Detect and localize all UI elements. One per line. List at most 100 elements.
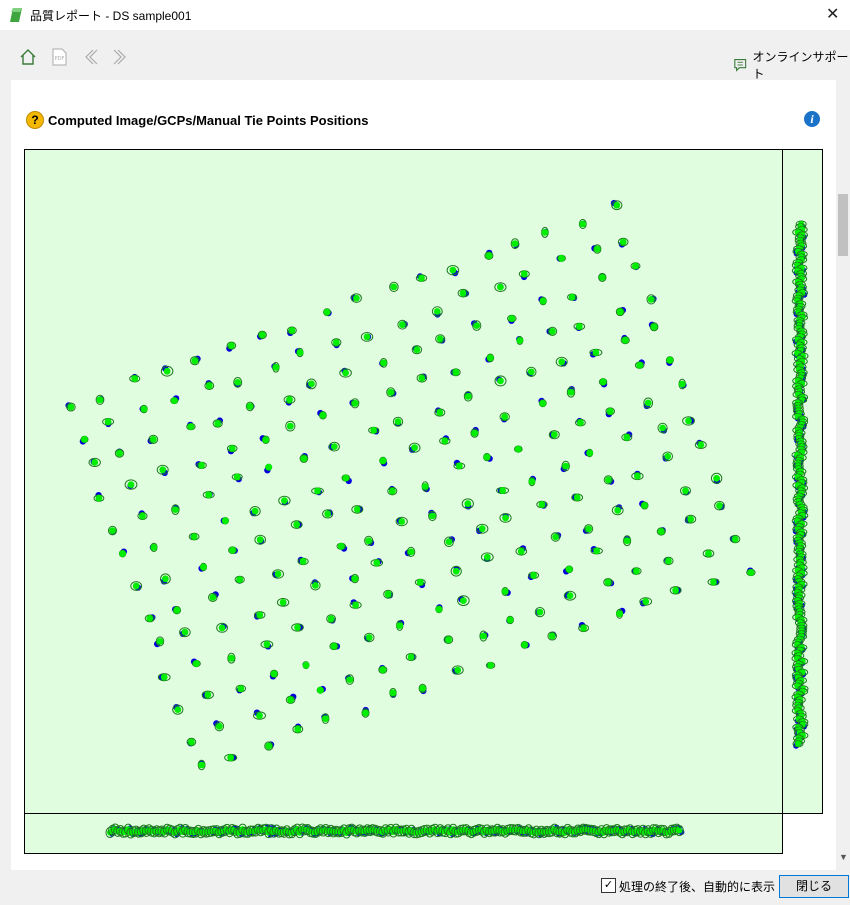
computed-position-point	[586, 449, 594, 457]
computed-position-point	[293, 521, 301, 528]
computed-position-point	[592, 349, 600, 356]
computed-position-point	[435, 605, 443, 613]
computed-position-point	[445, 538, 453, 546]
computed-position-point	[685, 417, 692, 425]
computed-position-point	[593, 547, 601, 555]
scrollbar-thumb[interactable]	[838, 194, 848, 256]
computed-position-point	[433, 308, 441, 315]
computed-position-point	[317, 686, 324, 694]
computed-position-point	[205, 491, 213, 499]
computed-position-point	[634, 472, 641, 480]
computed-position-point	[279, 599, 287, 606]
computed-position-point	[716, 502, 723, 510]
computed-position-point	[449, 266, 457, 274]
computed-position-point	[520, 270, 528, 278]
computed-position-point	[452, 567, 460, 575]
computed-position-point	[407, 548, 415, 556]
computed-position-point	[471, 429, 478, 437]
computed-position-point	[672, 586, 679, 594]
computed-position-point	[104, 418, 112, 426]
computed-position-point	[549, 328, 556, 335]
close-window-icon[interactable]: ✕	[826, 4, 839, 24]
computed-position-point	[636, 361, 644, 369]
computed-position-point	[394, 418, 402, 426]
computed-position-point	[322, 715, 329, 722]
main-plot-frame	[24, 149, 783, 814]
chevron-left-icon[interactable]	[81, 47, 101, 67]
computed-position-point	[286, 396, 293, 404]
computed-position-point	[308, 380, 315, 388]
computed-position-point	[363, 333, 371, 341]
computed-position-point	[473, 322, 481, 329]
report-content: ? Computed Image/GCPs/Manual Tie Points …	[11, 80, 836, 870]
info-icon[interactable]: i	[804, 111, 820, 127]
positions-plot	[24, 149, 823, 854]
computed-position-point	[552, 533, 559, 541]
computed-position-point	[657, 528, 665, 535]
computed-position-point	[150, 544, 158, 551]
computed-position-point	[281, 497, 288, 504]
computed-position-point	[713, 474, 720, 482]
computed-position-point	[256, 712, 263, 719]
computed-position-point	[399, 321, 406, 329]
help-icon[interactable]: ?	[26, 111, 44, 129]
computed-position-point	[256, 611, 264, 619]
computed-position-point	[580, 624, 587, 632]
pdf-icon[interactable]: PDF	[49, 47, 69, 67]
computed-position-point	[480, 632, 487, 640]
chat-icon	[734, 59, 747, 72]
computed-position-point	[389, 689, 397, 697]
computed-position-point	[566, 592, 574, 600]
toolbar: PDF オンラインサポート	[0, 30, 850, 82]
computed-position-point	[567, 388, 575, 396]
computed-position-point	[642, 598, 650, 605]
computed-position-point	[204, 691, 212, 699]
computed-position-point	[705, 550, 712, 557]
computed-position-point	[565, 565, 573, 573]
computed-position-point	[265, 742, 273, 750]
computed-position-point	[573, 494, 581, 501]
computed-position-point	[262, 436, 270, 444]
computed-position-point	[536, 608, 544, 616]
computed-position-point	[682, 487, 689, 495]
computed-position-point	[619, 238, 627, 246]
computed-position-point	[598, 274, 606, 281]
computed-position-point	[558, 358, 566, 366]
computed-position-point	[174, 706, 182, 713]
computed-position-point	[558, 254, 565, 262]
computed-position-point	[237, 685, 245, 692]
home-icon[interactable]	[18, 47, 38, 67]
computed-position-point	[302, 661, 310, 669]
computed-position-point	[687, 515, 694, 523]
computed-position-point	[228, 342, 235, 349]
computed-position-point	[575, 323, 583, 330]
computed-position-point	[562, 462, 570, 470]
computed-position-point	[606, 407, 614, 415]
computed-position-point	[459, 289, 467, 297]
computed-position-point	[665, 557, 672, 565]
computed-position-point	[418, 374, 426, 382]
computed-position-point	[650, 323, 658, 331]
computed-position-point	[139, 512, 146, 520]
computed-position-point	[170, 397, 178, 404]
online-support-label: オンラインサポート	[752, 50, 849, 81]
computed-position-point	[209, 594, 217, 601]
scroll-down-arrow-icon[interactable]: ▼	[839, 852, 848, 862]
computed-position-point	[228, 654, 235, 662]
auto-show-checkbox[interactable]: ✓	[601, 878, 616, 893]
computed-position-point	[173, 606, 181, 614]
computed-position-point	[506, 616, 514, 624]
computed-position-point	[398, 518, 406, 525]
close-button[interactable]: 閉じる	[779, 875, 849, 898]
online-support-link[interactable]: オンラインサポート	[733, 48, 850, 82]
computed-position-point	[539, 297, 547, 305]
chevron-right-icon[interactable]	[110, 47, 130, 67]
computed-position-point	[455, 462, 463, 470]
computed-position-point	[541, 229, 549, 236]
computed-position-point	[228, 445, 236, 452]
computed-position-point	[127, 481, 135, 488]
vertical-scrollbar[interactable]: ▼	[836, 80, 850, 870]
computed-position-point	[351, 575, 359, 582]
computed-position-point	[647, 296, 655, 303]
computed-position-point	[214, 420, 222, 427]
